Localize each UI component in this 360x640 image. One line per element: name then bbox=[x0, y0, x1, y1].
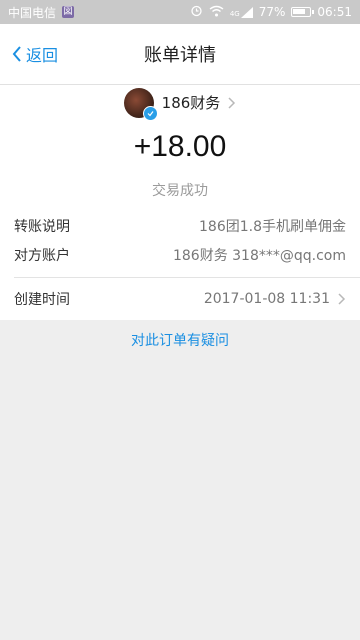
detail-row-note: 转账说明 186团1.8手机刷单佣金 bbox=[14, 214, 346, 238]
status-bar: 中国电信 図 4G 77% 06:51 bbox=[0, 0, 360, 24]
alarm-icon bbox=[190, 4, 203, 20]
amount: +18.00 bbox=[133, 130, 227, 163]
sim-icon: 図 bbox=[62, 6, 75, 18]
created-time-label: 创建时间 bbox=[14, 292, 70, 308]
bill-card: 186财务 +18.00 交易成功 转账说明 186团1.8手机刷单佣金 对方账… bbox=[0, 85, 360, 320]
divider bbox=[14, 277, 360, 278]
status-left: 中国电信 図 bbox=[8, 4, 75, 21]
wifi-icon bbox=[209, 5, 224, 20]
avatar bbox=[123, 87, 158, 121]
carrier-label: 中国电信 bbox=[8, 5, 57, 20]
battery-percent: 77% bbox=[258, 5, 286, 19]
clock: 06:51 bbox=[317, 5, 352, 19]
network-type: 4G bbox=[229, 9, 240, 18]
created-time-row[interactable]: 创建时间 2017-01-08 11:31 bbox=[14, 287, 346, 311]
detail-value: 186团1.8手机刷单佣金 bbox=[199, 219, 346, 235]
chevron-right-icon bbox=[228, 96, 236, 109]
transaction-status: 交易成功 bbox=[152, 183, 208, 199]
detail-row-account: 对方账户 186财务 318***@qq.com bbox=[14, 243, 346, 267]
verified-badge-icon bbox=[142, 105, 158, 121]
created-time-value: 2017-01-08 11:31 bbox=[203, 291, 330, 307]
detail-label: 对方账户 bbox=[14, 248, 70, 264]
status-right: 4G 77% 06:51 bbox=[190, 4, 352, 20]
battery-icon bbox=[291, 7, 315, 17]
signal-icon: 4G bbox=[229, 6, 253, 18]
nav-bar: 返回 账单详情 bbox=[0, 24, 360, 85]
created-time-value-wrap: 2017-01-08 11:31 bbox=[204, 291, 346, 307]
merchant-row[interactable]: 186财务 bbox=[0, 85, 360, 121]
order-question-link[interactable]: 对此订单有疑问 bbox=[0, 330, 360, 350]
merchant-name: 186财务 bbox=[161, 94, 221, 112]
battery-fill bbox=[293, 9, 306, 14]
detail-label: 转账说明 bbox=[14, 219, 70, 235]
detail-value: 186财务 318***@qq.com bbox=[172, 248, 346, 264]
chevron-right-icon bbox=[338, 293, 346, 305]
page-title: 账单详情 bbox=[144, 45, 216, 66]
